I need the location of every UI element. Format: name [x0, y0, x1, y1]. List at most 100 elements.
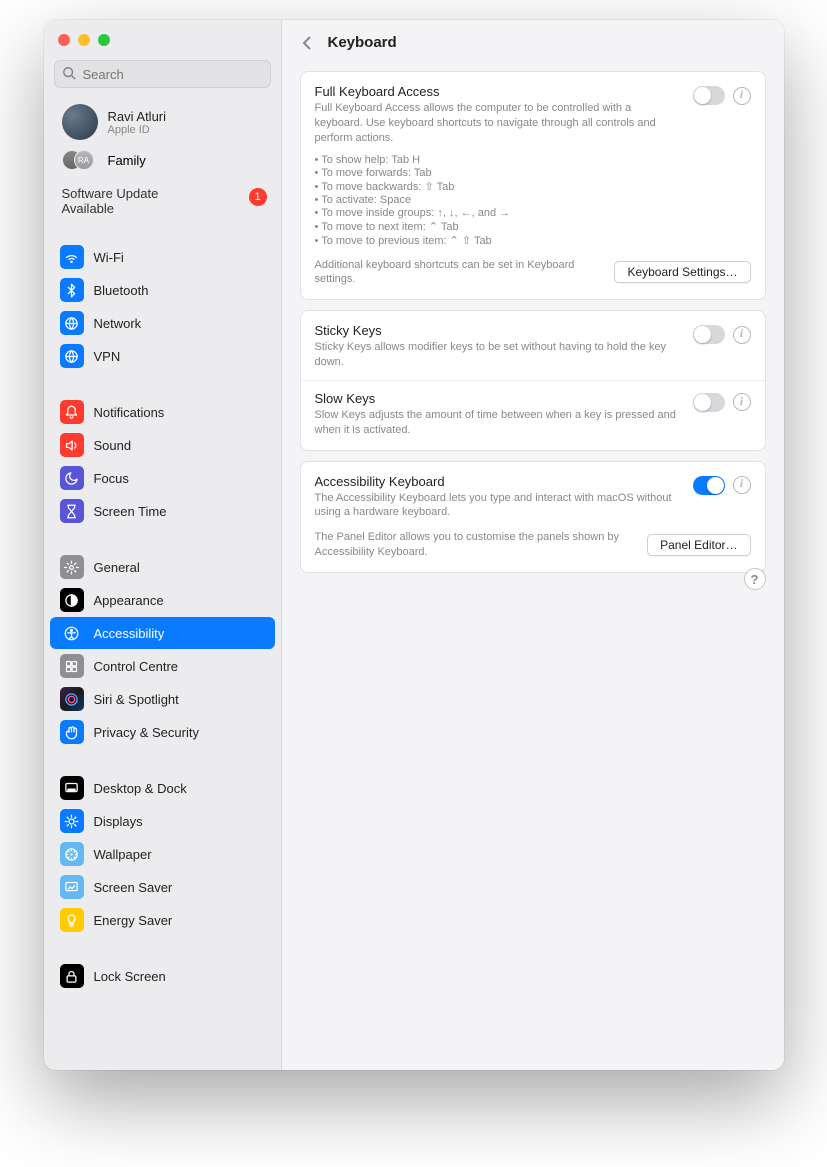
minimize-window-button[interactable]: [78, 34, 90, 46]
window-controls: [44, 20, 281, 56]
lock-icon: [60, 964, 84, 988]
sidebar-item-label: General: [94, 560, 140, 575]
sidebar-item-label: Screen Saver: [94, 880, 173, 895]
sidebar-item-label: Displays: [94, 814, 143, 829]
appear-icon: [60, 588, 84, 612]
sidebar-item-label: Focus: [94, 471, 129, 486]
sidebar-item-privacy-security[interactable]: Privacy & Security: [50, 716, 275, 748]
globe-icon: [60, 344, 84, 368]
access-icon: [60, 621, 84, 645]
scrn-icon: [60, 875, 84, 899]
info-icon[interactable]: i: [733, 393, 751, 411]
settings-window: Ravi Atluri Apple ID RA Family Software …: [44, 20, 784, 1070]
accessibility-keyboard-card: Accessibility Keyboard The Accessibility…: [300, 461, 766, 573]
help-button[interactable]: ?: [744, 568, 766, 590]
search-field-wrap: [54, 60, 271, 88]
close-window-button[interactable]: [58, 34, 70, 46]
fullkb-toggle[interactable]: [693, 86, 725, 105]
panel-editor-button[interactable]: Panel Editor…: [647, 534, 750, 556]
sound-icon: [60, 433, 84, 457]
accesskb-title: Accessibility Keyboard: [315, 474, 683, 489]
back-button[interactable]: [300, 35, 316, 51]
family-label: Family: [108, 153, 146, 168]
search-input[interactable]: [54, 60, 271, 88]
sidebar-item-label: Accessibility: [94, 626, 165, 641]
hand-icon: [60, 720, 84, 744]
family-avatar-2: RA: [74, 150, 94, 170]
sticky-keys-toggle[interactable]: [693, 325, 725, 344]
sidebar-item-label: Sound: [94, 438, 132, 453]
siri-icon: [60, 687, 84, 711]
accesskb-footer-text: The Panel Editor allows you to customise…: [315, 530, 638, 560]
sidebar-item-label: Desktop & Dock: [94, 781, 187, 796]
sidebar-item-network[interactable]: Network: [50, 307, 275, 339]
gear-icon: [60, 555, 84, 579]
sidebar-item-label: Control Centre: [94, 659, 179, 674]
update-line2: Available: [62, 201, 263, 216]
sidebar-item-label: Lock Screen: [94, 969, 166, 984]
main-panel: Keyboard Full Keyboard Access Full Keybo…: [282, 20, 784, 1070]
sidebar-item-screen-time[interactable]: Screen Time: [50, 495, 275, 527]
info-icon[interactable]: i: [733, 326, 751, 344]
sidebar-item-bluetooth[interactable]: Bluetooth: [50, 274, 275, 306]
avatar: [62, 104, 98, 140]
sidebar-item-notifications[interactable]: Notifications: [50, 396, 275, 428]
sidebar-item-control-centre[interactable]: Control Centre: [50, 650, 275, 682]
bell-icon: [60, 400, 84, 424]
software-update-row[interactable]: Software Update Available 1: [50, 178, 275, 224]
sidebar-item-label: Appearance: [94, 593, 164, 608]
profile-subtitle: Apple ID: [108, 124, 167, 136]
sidebar-item-siri-spotlight[interactable]: Siri & Spotlight: [50, 683, 275, 715]
sidebar-item-sound[interactable]: Sound: [50, 429, 275, 461]
sidebar: Ravi Atluri Apple ID RA Family Software …: [44, 20, 282, 1070]
apple-id-row[interactable]: Ravi Atluri Apple ID: [50, 98, 275, 146]
panel-header: Keyboard: [282, 20, 784, 61]
sidebar-item-label: Wi-Fi: [94, 250, 124, 265]
sidebar-item-label: Network: [94, 316, 142, 331]
sidebar-item-label: Wallpaper: [94, 847, 152, 862]
sidebar-item-label: Notifications: [94, 405, 165, 420]
sidebar-item-screen-saver[interactable]: Screen Saver: [50, 871, 275, 903]
sidebar-item-label: Screen Time: [94, 504, 167, 519]
bulb-icon: [60, 908, 84, 932]
sidebar-item-focus[interactable]: Focus: [50, 462, 275, 494]
slow-title: Slow Keys: [315, 391, 683, 406]
wall-icon: [60, 842, 84, 866]
panel-title: Keyboard: [328, 34, 397, 51]
fullkb-shortcut-list: • To show help: Tab H • To move forwards…: [315, 154, 683, 247]
bt-icon: [60, 278, 84, 302]
sidebar-item-wi-fi[interactable]: Wi-Fi: [50, 241, 275, 273]
globe-icon: [60, 311, 84, 335]
profile-name: Ravi Atluri: [108, 109, 167, 124]
sidebar-item-label: Privacy & Security: [94, 725, 199, 740]
sidebar-item-accessibility[interactable]: Accessibility: [50, 617, 275, 649]
sidebar-item-general[interactable]: General: [50, 551, 275, 583]
sidebar-item-displays[interactable]: Displays: [50, 805, 275, 837]
info-icon[interactable]: i: [733, 476, 751, 494]
full-keyboard-access-card: Full Keyboard Access Full Keyboard Acces…: [300, 71, 766, 300]
slow-keys-toggle[interactable]: [693, 393, 725, 412]
dock-icon: [60, 776, 84, 800]
sidebar-item-energy-saver[interactable]: Energy Saver: [50, 904, 275, 936]
sticky-title: Sticky Keys: [315, 323, 683, 338]
keyboard-settings-button[interactable]: Keyboard Settings…: [614, 261, 750, 283]
sidebar-item-label: VPN: [94, 349, 121, 364]
family-row[interactable]: RA Family: [50, 148, 275, 172]
family-avatars: RA: [62, 150, 98, 170]
sidebar-item-vpn[interactable]: VPN: [50, 340, 275, 372]
modifier-keys-card: Sticky Keys Sticky Keys allows modifier …: [300, 310, 766, 450]
sidebar-item-label: Energy Saver: [94, 913, 173, 928]
update-line1: Software Update: [62, 186, 263, 201]
sidebar-item-desktop-dock[interactable]: Desktop & Dock: [50, 772, 275, 804]
sidebar-item-lock-screen[interactable]: Lock Screen: [50, 960, 275, 992]
sidebar-item-label: Bluetooth: [94, 283, 149, 298]
ctrl-icon: [60, 654, 84, 678]
accessibility-keyboard-toggle[interactable]: [693, 476, 725, 495]
sidebar-item-appearance[interactable]: Appearance: [50, 584, 275, 616]
info-icon[interactable]: i: [733, 87, 751, 105]
zoom-window-button[interactable]: [98, 34, 110, 46]
sidebar-item-wallpaper[interactable]: Wallpaper: [50, 838, 275, 870]
hour-icon: [60, 499, 84, 523]
moon-icon: [60, 466, 84, 490]
sidebar-item-label: Siri & Spotlight: [94, 692, 179, 707]
